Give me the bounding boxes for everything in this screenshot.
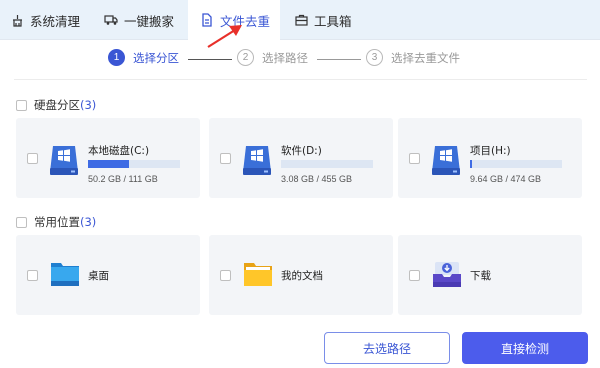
- drive-size: 50.2 GB / 111 GB: [88, 174, 158, 184]
- tab-label: 系统清理: [30, 13, 81, 29]
- drive-card-d[interactable]: 软件(D:) 3.08 GB / 455 GB: [209, 118, 393, 198]
- location-checkbox[interactable]: [409, 270, 420, 281]
- location-checkbox[interactable]: [27, 270, 38, 281]
- drive-name: 本地磁盘(C:): [88, 145, 150, 157]
- system-clean-icon: [10, 13, 24, 27]
- step-number: 2: [237, 49, 254, 66]
- download-folder-icon: [433, 262, 461, 287]
- drive-usage-bar: [470, 160, 562, 168]
- step-number: 1: [108, 49, 125, 66]
- divider: [14, 79, 587, 80]
- select-all-disks-checkbox[interactable]: [16, 99, 27, 111]
- tab-bar: 系统清理 一键搬家 文件去重 工具箱: [0, 0, 600, 40]
- drive-usage-bar: [88, 160, 180, 168]
- tab-one-click-move[interactable]: 一键搬家: [104, 0, 174, 40]
- windows-drive-icon: [432, 146, 460, 175]
- drive-checkbox[interactable]: [27, 153, 38, 164]
- tab-system-clean[interactable]: 系统清理: [10, 0, 80, 40]
- drive-usage-bar: [281, 160, 373, 168]
- location-name: 下载: [470, 270, 491, 282]
- section-count: (3): [80, 98, 97, 112]
- step-label: 选择分区: [133, 50, 179, 65]
- tab-label: 工具箱: [314, 13, 352, 29]
- location-checkbox[interactable]: [220, 270, 231, 281]
- tab-toolbox[interactable]: 工具箱: [294, 0, 352, 40]
- truck-icon: [104, 13, 118, 27]
- drive-checkbox[interactable]: [409, 153, 420, 164]
- location-card-documents[interactable]: 我的文档: [209, 235, 393, 315]
- tab-label: 一键搬家: [124, 13, 175, 29]
- select-all-locations-checkbox[interactable]: [16, 216, 27, 228]
- drive-size: 3.08 GB / 455 GB: [281, 174, 353, 184]
- drive-usage-fill: [470, 160, 472, 168]
- step-label: 选择去重文件: [391, 50, 460, 65]
- drive-card-h[interactable]: 项目(H:) 9.64 GB / 474 GB: [398, 118, 582, 198]
- step-select-path: 2 选择路径: [237, 49, 308, 66]
- documents-folder-icon: [244, 263, 272, 286]
- step-connector: [188, 59, 232, 60]
- location-name: 我的文档: [281, 270, 323, 282]
- windows-drive-icon: [50, 146, 78, 175]
- location-card-desktop[interactable]: 桌面: [16, 235, 200, 315]
- drive-checkbox[interactable]: [220, 153, 231, 164]
- drive-usage-fill: [88, 160, 130, 168]
- step-connector: [317, 59, 361, 60]
- section-title: 常用位置: [34, 215, 80, 229]
- section-count: (3): [80, 215, 97, 229]
- choose-path-button[interactable]: 去选路径: [324, 332, 450, 364]
- desktop-folder-icon: [51, 263, 79, 286]
- scan-now-button[interactable]: 直接检测: [462, 332, 588, 364]
- windows-drive-icon: [243, 146, 271, 175]
- step-label: 选择路径: [262, 50, 308, 65]
- location-card-downloads[interactable]: 下载: [398, 235, 582, 315]
- toolbox-icon: [294, 13, 308, 27]
- annotation-arrow-icon: [207, 25, 242, 48]
- step-select-dedupe-files: 3 选择去重文件: [366, 49, 460, 66]
- common-locations-header: 常用位置 (3): [16, 214, 96, 230]
- drive-name: 软件(D:): [281, 145, 322, 157]
- location-name: 桌面: [88, 270, 109, 282]
- disk-section-header: 硬盘分区 (3): [16, 97, 96, 113]
- drive-name: 项目(H:): [470, 145, 511, 157]
- step-number: 3: [366, 49, 383, 66]
- drive-card-c[interactable]: 本地磁盘(C:) 50.2 GB / 111 GB: [16, 118, 200, 198]
- section-title: 硬盘分区: [34, 98, 80, 112]
- drive-size: 9.64 GB / 474 GB: [470, 174, 542, 184]
- step-select-partition: 1 选择分区: [108, 49, 179, 66]
- step-indicator: 1 选择分区 2 选择路径 3 选择去重文件: [0, 49, 600, 71]
